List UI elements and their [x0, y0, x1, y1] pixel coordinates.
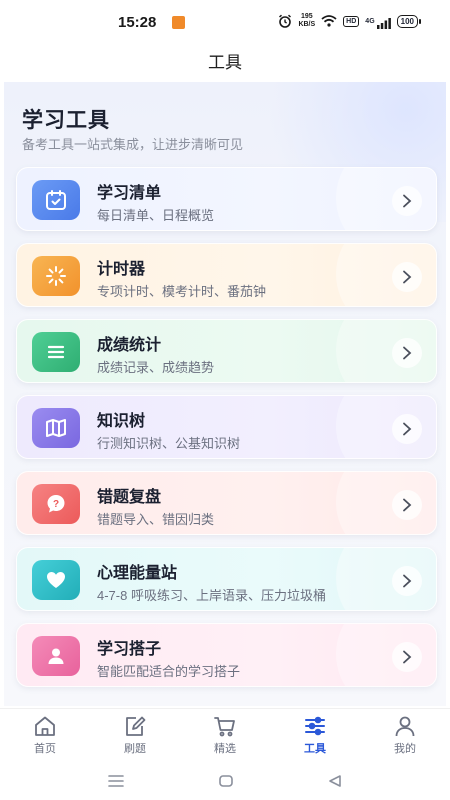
- notification-badge-icon: [172, 16, 185, 29]
- status-indicators: 195 KB/S HD 4G 100: [278, 13, 422, 29]
- battery-icon: 100: [396, 14, 422, 28]
- heart-icon: [32, 560, 80, 600]
- list-lines-icon: [32, 332, 80, 372]
- tab-home[interactable]: 首页: [0, 709, 90, 760]
- chevron-right-icon[interactable]: [392, 566, 422, 596]
- tool-card-timer[interactable]: 计时器 专项计时、模考计时、番茄钟: [16, 243, 437, 307]
- card-description: 4-7-8 呼吸练习、上岸语录、压力垃圾桶: [97, 588, 326, 603]
- card-title: 学习清单: [97, 185, 162, 202]
- network-speed: 195 KB/S: [298, 13, 316, 28]
- card-description: 成绩记录、成绩趋势: [97, 360, 215, 375]
- tab-tools[interactable]: 工具: [270, 709, 360, 760]
- card-title: 学习搭子: [97, 641, 162, 658]
- tab-label: 工具: [304, 743, 326, 755]
- chevron-right-icon[interactable]: [392, 262, 422, 292]
- edit-icon: [126, 716, 146, 736]
- tool-card-knowledge-tree[interactable]: 知识树 行测知识树、公基知识树: [16, 395, 437, 459]
- tab-featured[interactable]: 精选: [180, 709, 270, 760]
- tab-label: 精选: [214, 743, 236, 755]
- svg-text:?: ?: [53, 499, 59, 510]
- back-triangle-icon[interactable]: [327, 773, 343, 789]
- hd-badge: HD: [343, 15, 360, 27]
- user-icon: [395, 716, 415, 737]
- timer-spinner-icon: [32, 256, 80, 296]
- chevron-right-icon[interactable]: [392, 642, 422, 672]
- card-title: 心理能量站: [97, 565, 178, 582]
- alarm-icon: [279, 14, 292, 28]
- nav-title: 工具: [208, 53, 242, 72]
- status-time: 15:28: [118, 14, 157, 31]
- card-title: 计时器: [97, 261, 146, 278]
- chevron-right-icon[interactable]: [392, 414, 422, 444]
- cell-signal-icon: 4G: [365, 17, 391, 29]
- tab-label: 刷题: [124, 743, 146, 755]
- card-description: 智能匹配适合的学习搭子: [97, 664, 241, 679]
- home-icon: [35, 716, 55, 736]
- tools-panel: 学习工具 备考工具一站式集成，让进步清晰可见 学习清单 每日清单、日程概览 计时…: [4, 82, 446, 706]
- card-title: 知识树: [97, 413, 146, 430]
- question-bubble-icon: ?: [32, 484, 80, 524]
- chevron-right-icon[interactable]: [392, 490, 422, 520]
- bottom-tab-bar: 首页 刷题 精选 工具 我的: [0, 708, 450, 760]
- tab-practice[interactable]: 刷题: [90, 709, 180, 760]
- sliders-icon: [305, 716, 325, 736]
- tool-card-mental-energy[interactable]: 心理能量站 4-7-8 呼吸练习、上岸语录、压力垃圾桶: [16, 547, 437, 611]
- menu-icon[interactable]: [107, 774, 125, 788]
- map-icon: [32, 408, 80, 448]
- tool-card-mistake-review[interactable]: ? 错题复盘 错题导入、错因归类: [16, 471, 437, 535]
- status-bar: 15:28 195 KB/S HD 4G 100: [0, 0, 450, 44]
- tab-label: 我的: [394, 743, 416, 755]
- page-heading: 学习工具: [22, 109, 110, 132]
- tab-profile[interactable]: 我的: [360, 709, 450, 760]
- chevron-right-icon[interactable]: [392, 186, 422, 216]
- card-title: 错题复盘: [97, 489, 162, 506]
- tool-card-study-list[interactable]: 学习清单 每日清单、日程概览: [16, 167, 437, 231]
- tab-label: 首页: [34, 743, 56, 755]
- chevron-right-icon[interactable]: [392, 338, 422, 368]
- wifi-icon: [321, 15, 337, 27]
- person-icon: [32, 636, 80, 676]
- card-description: 行测知识树、公基知识树: [97, 436, 241, 451]
- tool-card-study-buddy[interactable]: 学习搭子 智能匹配适合的学习搭子: [16, 623, 437, 687]
- cart-icon: [214, 717, 235, 737]
- tool-card-score-stats[interactable]: 成绩统计 成绩记录、成绩趋势: [16, 319, 437, 383]
- card-description: 错题导入、错因归类: [97, 512, 215, 527]
- card-description: 专项计时、模考计时、番茄钟: [97, 284, 267, 299]
- card-description: 每日清单、日程概览: [97, 208, 215, 223]
- page-subtitle: 备考工具一站式集成，让进步清晰可见: [22, 137, 244, 152]
- home-square-icon[interactable]: [218, 773, 234, 789]
- card-title: 成绩统计: [97, 337, 162, 354]
- calendar-check-icon: [32, 180, 80, 220]
- system-nav-bar: [0, 762, 450, 800]
